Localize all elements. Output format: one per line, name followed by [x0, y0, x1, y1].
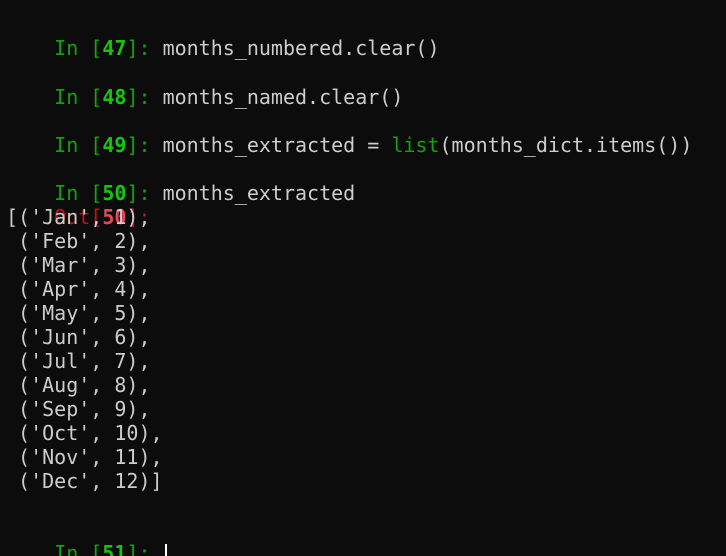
- output-line: ('Oct', 10),: [6, 421, 163, 445]
- input-code: months_named.clear(): [162, 85, 404, 109]
- output-line: ('Dec', 12)]: [6, 469, 163, 493]
- output-line: ('Jul', 7),: [6, 349, 151, 373]
- output-line: ('Sep', 9),: [6, 397, 151, 421]
- output-line: ('Mar', 3),: [6, 253, 151, 277]
- output-line: ('May', 5),: [6, 301, 151, 325]
- input-cell-49: In [49]: months_extracted = list(months_…: [6, 109, 692, 157]
- in-prompt-label: In [: [54, 541, 103, 556]
- in-prompt-label: In [: [54, 133, 103, 157]
- builtin-function: list: [391, 133, 440, 157]
- output-line: ('Nov', 11),: [6, 445, 163, 469]
- ipython-terminal[interactable]: In [47]: months_numbered.clear() In [48]…: [0, 0, 726, 556]
- input-code: months_numbered.clear(): [162, 36, 440, 60]
- output-prompt-50: Out[50]:: [6, 181, 150, 229]
- in-prompt-label: In [: [54, 36, 103, 60]
- in-prompt-close: ]:: [126, 541, 163, 556]
- in-prompt-close: ]:: [126, 36, 163, 60]
- input-cell-50: In [50]: months_extracted: [6, 157, 355, 205]
- input-cell-48: In [48]: months_named.clear(): [6, 61, 403, 109]
- in-prompt-close: ]:: [126, 133, 163, 157]
- output-line: ('Jun', 6),: [6, 325, 151, 349]
- input-code-args: (months_dict.items()): [439, 133, 693, 157]
- input-code: months_extracted =: [162, 133, 392, 157]
- text-cursor[interactable]: [164, 543, 167, 556]
- output-line: ('Feb', 2),: [6, 229, 151, 253]
- in-prompt-number: 47: [102, 36, 127, 60]
- in-prompt-close: ]:: [126, 85, 163, 109]
- input-cell-47: In [47]: months_numbered.clear(): [6, 12, 439, 60]
- current-input-prompt[interactable]: In [51]:: [6, 517, 167, 556]
- input-code: months_extracted: [162, 181, 356, 205]
- output-line: [('Jan', 1),: [6, 205, 151, 229]
- output-line: ('Aug', 8),: [6, 373, 151, 397]
- in-prompt-number: 48: [102, 85, 127, 109]
- in-prompt-number: 51: [102, 541, 127, 556]
- in-prompt-number: 49: [102, 133, 127, 157]
- output-line: ('Apr', 4),: [6, 277, 151, 301]
- in-prompt-label: In [: [54, 85, 103, 109]
